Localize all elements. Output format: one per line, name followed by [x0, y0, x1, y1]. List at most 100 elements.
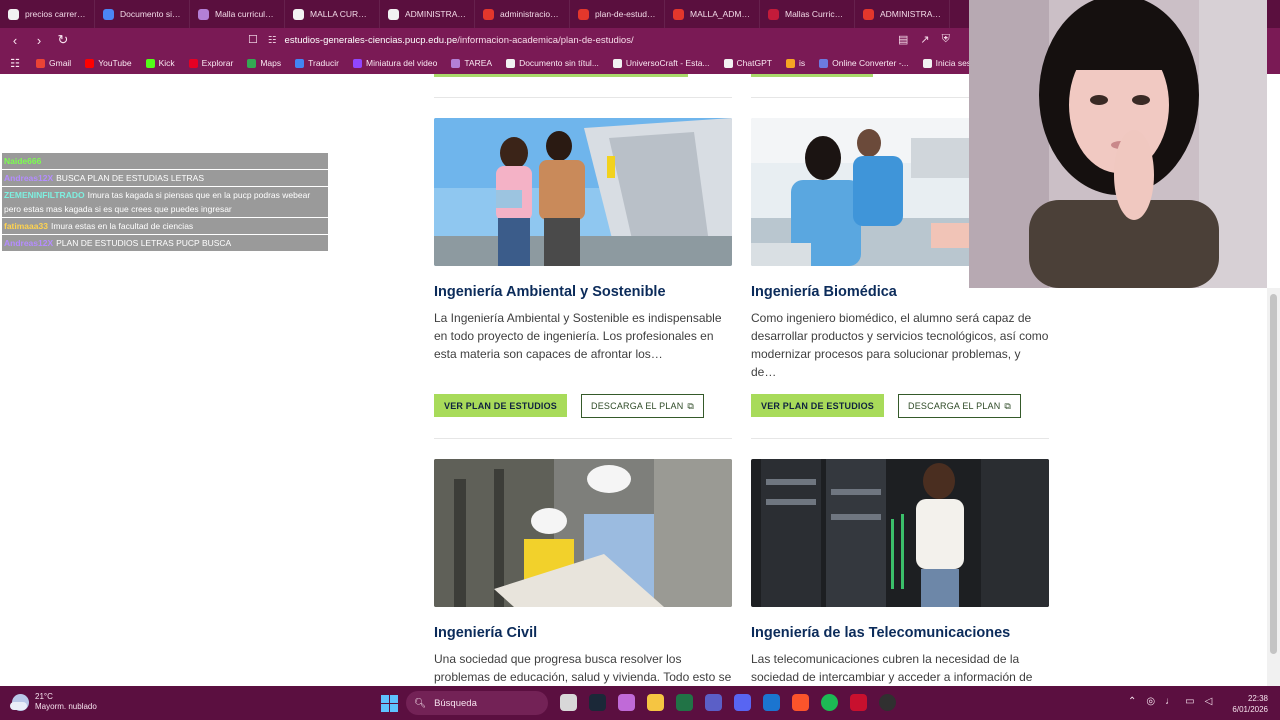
reader-mode-icon[interactable]: ▤ [898, 33, 908, 46]
bookmark-item[interactable]: Maps [247, 58, 281, 68]
tab-favicon-icon [103, 8, 114, 20]
bookmark-icon[interactable]: ☐ [248, 33, 258, 46]
browser-tab[interactable]: ADMINISTRACIÓ [380, 0, 475, 28]
bookmark-label: YouTube [98, 58, 132, 68]
file-explorer-icon[interactable] [647, 694, 664, 711]
tab-favicon-icon [293, 8, 304, 20]
browser-tab[interactable]: plan-de-estudios [570, 0, 665, 28]
excel-icon[interactable] [676, 694, 693, 711]
brave-shield-icon[interactable]: ⛨ [942, 33, 950, 46]
microphone-icon[interactable]: ♩ [1165, 696, 1175, 707]
chat-username: Andreas12X [4, 173, 54, 183]
weather-temperature: 21°C [35, 692, 53, 701]
bookmark-item[interactable]: UniversoCraft - Esta... [612, 58, 710, 68]
apps-grid-icon[interactable]: ☷ [8, 57, 22, 70]
bookmark-label: TAREA [464, 58, 493, 68]
search-icon: 🔍︎ [414, 697, 427, 709]
start-button[interactable] [381, 695, 398, 712]
clock-time: 22:38 [1247, 694, 1268, 703]
network-tray-icon[interactable]: ◎ [1146, 696, 1155, 707]
bookmark-favicon-icon [819, 58, 829, 68]
external-link-icon: ⧉ [687, 400, 695, 411]
taskbar-apps [560, 694, 896, 711]
task-view-icon[interactable] [560, 694, 577, 711]
browser-tab[interactable]: Documento sin tít [95, 0, 190, 28]
bookmark-item[interactable]: Explorar [188, 58, 233, 68]
browser-tab[interactable]: MALLA CURRICU [285, 0, 380, 28]
tab-favicon-icon [483, 8, 494, 20]
browser-tab[interactable]: MALLA_ADMINI [665, 0, 760, 28]
chat-username: Andreas12X [4, 238, 54, 248]
chat-username: Naide666 [4, 156, 42, 166]
tab-label: ADMINISTRACIÓ [880, 9, 941, 19]
bookmark-label: Maps [260, 58, 282, 68]
program-title[interactable]: Ingeniería de las Telecomunicaciones [751, 624, 1049, 642]
weather-widget[interactable]: 21°C Mayorm. nublado [10, 692, 97, 712]
program-card-civil: Ingeniería Civil Una sociedad que progre… [434, 459, 732, 686]
bookmark-item[interactable]: Miniatura del video [352, 58, 437, 68]
spotify-icon[interactable] [821, 694, 838, 711]
volume-icon[interactable]: ◁ [1205, 696, 1213, 707]
program-card-ambiental: Ingeniería Ambiental y Sostenible La Ing… [434, 118, 732, 363]
download-plan-button[interactable]: DESCARGA EL PLAN ⧉ [898, 394, 1022, 418]
url-path: /informacion-academica/plan-de-estudios/ [457, 34, 634, 46]
tab-label: ADMINISTRACIÓ [405, 9, 466, 19]
browser-tab[interactable]: administracion-d [475, 0, 570, 28]
view-plan-button[interactable]: VER PLAN DE ESTUDIOS [751, 394, 885, 417]
browser-tab[interactable]: Mallas Curricular [760, 0, 855, 28]
page-scrollbar[interactable] [1267, 288, 1280, 686]
back-icon[interactable]: ‹ [8, 33, 22, 48]
taskbar-search[interactable]: 🔍︎ Búsqueda [406, 691, 548, 715]
share-icon[interactable]: ↗ [920, 33, 929, 46]
program-title[interactable]: Ingeniería Civil [434, 624, 732, 642]
chat-message: Andreas12X BUSCA PLAN DE ESTUDIAS LETRAS [2, 170, 328, 186]
scrollbar-thumb[interactable] [1270, 294, 1277, 654]
system-tray: ⌃ ◎ ♩ ▭ ◁ [1128, 696, 1212, 707]
download-plan-button[interactable]: DESCARGA EL PLAN ⧉ [581, 394, 705, 418]
bookmark-favicon-icon [36, 58, 45, 68]
bookmark-item[interactable]: Kick [145, 58, 175, 68]
copilot-icon[interactable] [618, 694, 635, 711]
bookmark-item[interactable]: Gmail [36, 58, 71, 68]
game-launcher-icon[interactable] [850, 694, 867, 711]
url-input[interactable]: ☷ estudios-generales-ciencias.pucp.edu.p… [268, 30, 968, 50]
forward-icon[interactable]: › [32, 33, 46, 48]
site-info-icon[interactable]: ☷ [268, 35, 277, 46]
chat-text: PLAN DE ESTUDIOS LETRAS PUCP BUSCA [56, 238, 232, 248]
view-plan-button[interactable]: VER PLAN DE ESTUDIOS [434, 394, 568, 417]
tab-label: Mallas Curricular [785, 9, 846, 19]
tab-favicon-icon [198, 8, 209, 20]
system-clock[interactable]: 22:38 6/01/2026 [1226, 693, 1268, 715]
display-icon[interactable]: ▭ [1185, 696, 1194, 707]
browser-tab[interactable]: precios carreras u [0, 0, 95, 28]
bookmark-item[interactable]: Online Converter -... [819, 58, 909, 68]
previous-plan-button-edge[interactable] [434, 74, 688, 77]
bookmark-item[interactable]: Traducir [295, 58, 339, 68]
tab-label: Malla curricular E [215, 9, 276, 19]
steam-icon[interactable] [589, 694, 606, 711]
program-title[interactable]: Ingeniería Ambiental y Sostenible [434, 283, 732, 301]
chevron-up-icon[interactable]: ⌃ [1128, 696, 1136, 707]
tab-favicon-icon [8, 8, 19, 20]
bookmark-item[interactable]: YouTube [85, 58, 132, 68]
obs-icon[interactable] [879, 694, 896, 711]
bookmark-item[interactable]: Documento sin títul... [506, 58, 599, 68]
previous-plan-button-edge[interactable] [751, 74, 873, 77]
bookmark-item[interactable]: TAREA [451, 58, 492, 68]
tab-label: MALLA_ADMINI [690, 9, 751, 19]
program-description: Las telecomunicaciones cubren la necesid… [751, 652, 1033, 684]
bookmark-favicon-icon [922, 58, 932, 68]
tab-favicon-icon [388, 8, 399, 20]
bookmark-label: Traducir [308, 58, 339, 68]
discord-icon[interactable] [734, 694, 751, 711]
program-card-telecomunicaciones: Ingeniería de las Telecomunicaciones Las… [751, 459, 1049, 686]
browser-tab[interactable]: Malla curricular E [190, 0, 285, 28]
reload-icon[interactable]: ↻ [56, 32, 70, 48]
teams-icon[interactable] [705, 694, 722, 711]
bookmark-item[interactable]: ChatGPT [723, 58, 772, 68]
program-description: La Ingeniería Ambiental y Sostenible es … [434, 311, 722, 361]
bookmark-item[interactable]: is [785, 58, 805, 68]
brave-icon[interactable] [792, 694, 809, 711]
browser-tab[interactable]: ADMINISTRACIÓ [855, 0, 950, 28]
store-icon[interactable] [763, 694, 780, 711]
